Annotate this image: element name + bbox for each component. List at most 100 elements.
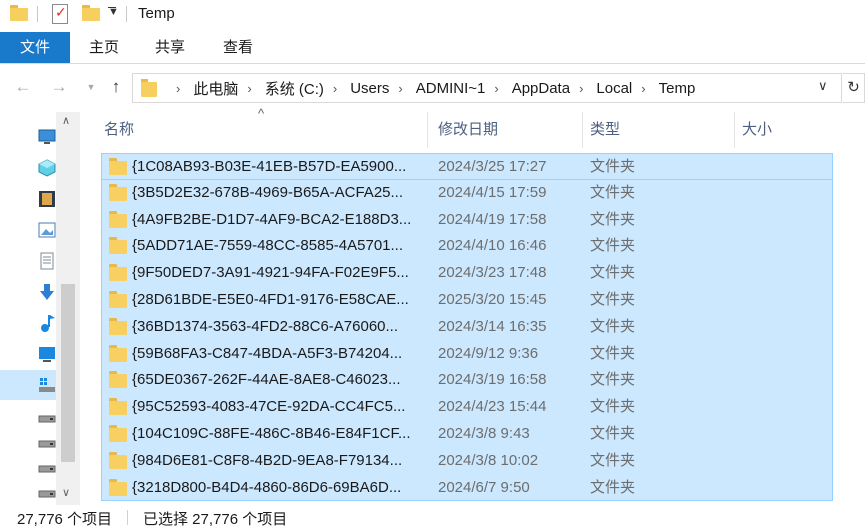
file-date: 2024/3/14 16:35 [438, 317, 547, 335]
properties-button[interactable] [52, 4, 68, 24]
file-date: 2024/3/25 17:27 [438, 158, 547, 175]
file-name: {4A9FB2BE-D1D7-4AF9-BCA2-E188D3... [132, 210, 412, 228]
drive-icon[interactable] [38, 432, 56, 450]
refresh-icon[interactable]: ↻ [843, 73, 865, 103]
folder-icon [109, 371, 127, 389]
file-name: {3B5D2E32-678B-4969-B65A-ACFA25... [132, 183, 404, 201]
toolbar-divider [126, 6, 127, 22]
item-count: 27,776 个项目 [17, 511, 113, 527]
breadcrumb-item[interactable]: ADMINI~1 [416, 80, 486, 97]
tab-home[interactable]: 主页 [82, 32, 126, 63]
file-type: 文件夹 [590, 371, 636, 389]
file-name: {28D61BDE-E5E0-4FD1-9176-E58CAE... [132, 290, 409, 308]
folder-icon [109, 478, 127, 496]
chevron-right-icon[interactable]: › [176, 81, 180, 96]
file-row[interactable]: {4A9FB2BE-D1D7-4AF9-BCA2-E188D3... 2024/4… [101, 206, 833, 234]
nav-scrollbar[interactable]: ∧ ∨ [56, 112, 80, 505]
tab-view[interactable]: 查看 [216, 32, 260, 63]
file-row[interactable]: {59B68FA3-C847-4BDA-A5F3-B74204... 2024/9… [101, 340, 833, 368]
folder-icon [109, 237, 127, 255]
scrollbar-thumb[interactable] [61, 284, 75, 462]
file-name: {5ADD71AE-7559-48CC-8585-4A5701... [132, 237, 404, 255]
file-name: {9F50DED7-3A91-4921-94FA-F02E9F5... [132, 264, 409, 282]
scroll-up-icon[interactable]: ∧ [62, 114, 70, 127]
back-arrow-icon[interactable]: ← [12, 76, 34, 98]
chevron-right-icon[interactable]: › [247, 81, 251, 96]
file-name: {984D6E81-C8F8-4B2D-9EA8-F79134... [132, 451, 403, 469]
breadcrumb-item[interactable]: 此电脑 [193, 78, 238, 99]
column-header-name[interactable]: 名称 [104, 112, 134, 148]
file-row[interactable]: {1C08AB93-B03E-41EB-B57D-EA5900... 2024/3… [101, 153, 833, 180]
breadcrumb-item[interactable]: AppData [512, 80, 570, 97]
3d-objects-icon[interactable] [38, 159, 56, 177]
folder-icon [109, 210, 127, 228]
file-name: {36BD1374-3563-4FD2-88C6-A76060... [132, 317, 399, 335]
folder-icon [109, 158, 127, 175]
column-header-size[interactable]: 大小 [742, 112, 772, 148]
up-arrow-icon[interactable]: ↑ [105, 76, 127, 98]
column-divider[interactable] [582, 112, 583, 148]
forward-arrow-icon[interactable]: → [48, 76, 70, 98]
file-row[interactable]: {984D6E81-C8F8-4B2D-9EA8-F79134... 2024/3… [101, 447, 833, 475]
status-divider [127, 510, 128, 525]
column-header-date[interactable]: 修改日期 [438, 112, 498, 148]
videos-icon[interactable] [38, 190, 56, 208]
scroll-down-icon[interactable]: ∨ [62, 486, 70, 499]
file-date: 2024/3/23 17:48 [438, 264, 547, 282]
tab-file[interactable]: 文件 [0, 32, 70, 63]
breadcrumb-item[interactable]: Users [350, 80, 389, 97]
folder-icon [109, 424, 127, 442]
file-row[interactable]: {36BD1374-3563-4FD2-88C6-A76060... 2024/3… [101, 313, 833, 341]
folder-icon [109, 398, 127, 416]
column-divider[interactable] [734, 112, 735, 148]
drive-icon[interactable] [38, 407, 56, 425]
selection-count: 已选择 27,776 个项目 [143, 511, 288, 527]
address-bar[interactable]: › 此电脑 › 系统 (C:) › Users › ADMINI~1 › App… [132, 73, 842, 103]
file-date: 2024/9/12 9:36 [438, 344, 539, 362]
file-type: 文件夹 [590, 158, 636, 175]
tab-share[interactable]: 共享 [148, 32, 192, 63]
file-date: 2024/3/19 16:58 [438, 371, 547, 389]
address-dropdown-icon[interactable]: ∨ [818, 78, 828, 94]
breadcrumb-item[interactable]: Local [596, 80, 632, 97]
file-row[interactable]: {9F50DED7-3A91-4921-94FA-F02E9F5... 2024/… [101, 260, 833, 287]
file-row[interactable]: {104C109C-88FE-486C-8B46-E84F1CF... 2024/… [101, 420, 833, 448]
navigation-row: ← → ▼ ↑ › 此电脑 › 系统 (C:) › Users › ADMINI… [0, 70, 865, 106]
file-date: 2024/3/8 9:43 [438, 424, 530, 442]
chevron-right-icon[interactable]: › [641, 81, 645, 96]
file-row[interactable]: {65DE0367-262F-44AE-8AE8-C46023... 2024/3… [101, 367, 833, 395]
breadcrumb-item[interactable]: 系统 (C:) [265, 78, 324, 99]
breadcrumb-item[interactable]: Temp [659, 80, 696, 97]
this-pc-icon[interactable] [38, 128, 56, 146]
chevron-right-icon[interactable]: › [333, 81, 337, 96]
pictures-icon[interactable] [38, 221, 56, 239]
new-folder-button[interactable] [82, 5, 100, 21]
documents-icon[interactable] [38, 252, 56, 270]
recent-locations-chevron-icon[interactable]: ▼ [80, 76, 102, 98]
file-date: 2024/4/10 16:46 [438, 237, 547, 255]
file-row[interactable]: {95C52593-4083-47CE-92DA-CC4FC5... 2024/4… [101, 394, 833, 421]
chevron-right-icon[interactable]: › [579, 81, 583, 96]
drive-icon[interactable] [38, 482, 56, 500]
music-icon[interactable] [38, 314, 56, 332]
file-row[interactable]: {3B5D2E32-678B-4969-B65A-ACFA25... 2024/4… [101, 179, 833, 207]
file-row[interactable]: {5ADD71AE-7559-48CC-8585-4A5701... 2024/4… [101, 233, 833, 261]
file-name: {3218D800-B4D4-4860-86D6-69BA6D... [132, 478, 402, 496]
column-header-type[interactable]: 类型 [590, 112, 620, 148]
file-name: {104C109C-88FE-486C-8B46-E84F1CF... [132, 424, 411, 442]
breadcrumb: › 此电脑 › 系统 (C:) › Users › ADMINI~1 › App… [167, 74, 695, 102]
system-drive-icon[interactable] [38, 376, 56, 394]
file-row[interactable]: {28D61BDE-E5E0-4FD1-9176-E58CAE... 2025/3… [101, 286, 833, 314]
file-row[interactable]: {3218D800-B4D4-4860-86D6-69BA6D... 2024/6… [101, 474, 833, 502]
file-date: 2024/4/19 17:58 [438, 210, 547, 228]
drive-icon[interactable] [38, 457, 56, 475]
chevron-right-icon[interactable]: › [494, 81, 498, 96]
file-date: 2025/3/20 15:45 [438, 290, 547, 308]
column-divider[interactable] [427, 112, 428, 148]
desktop-icon[interactable] [38, 345, 56, 363]
chevron-right-icon[interactable]: › [398, 81, 402, 96]
file-date: 2024/4/15 17:59 [438, 183, 547, 201]
downloads-icon[interactable] [38, 283, 56, 301]
sort-ascending-icon: ^ [258, 106, 265, 121]
quick-access-dropdown-icon[interactable]: ▼ [108, 6, 119, 18]
